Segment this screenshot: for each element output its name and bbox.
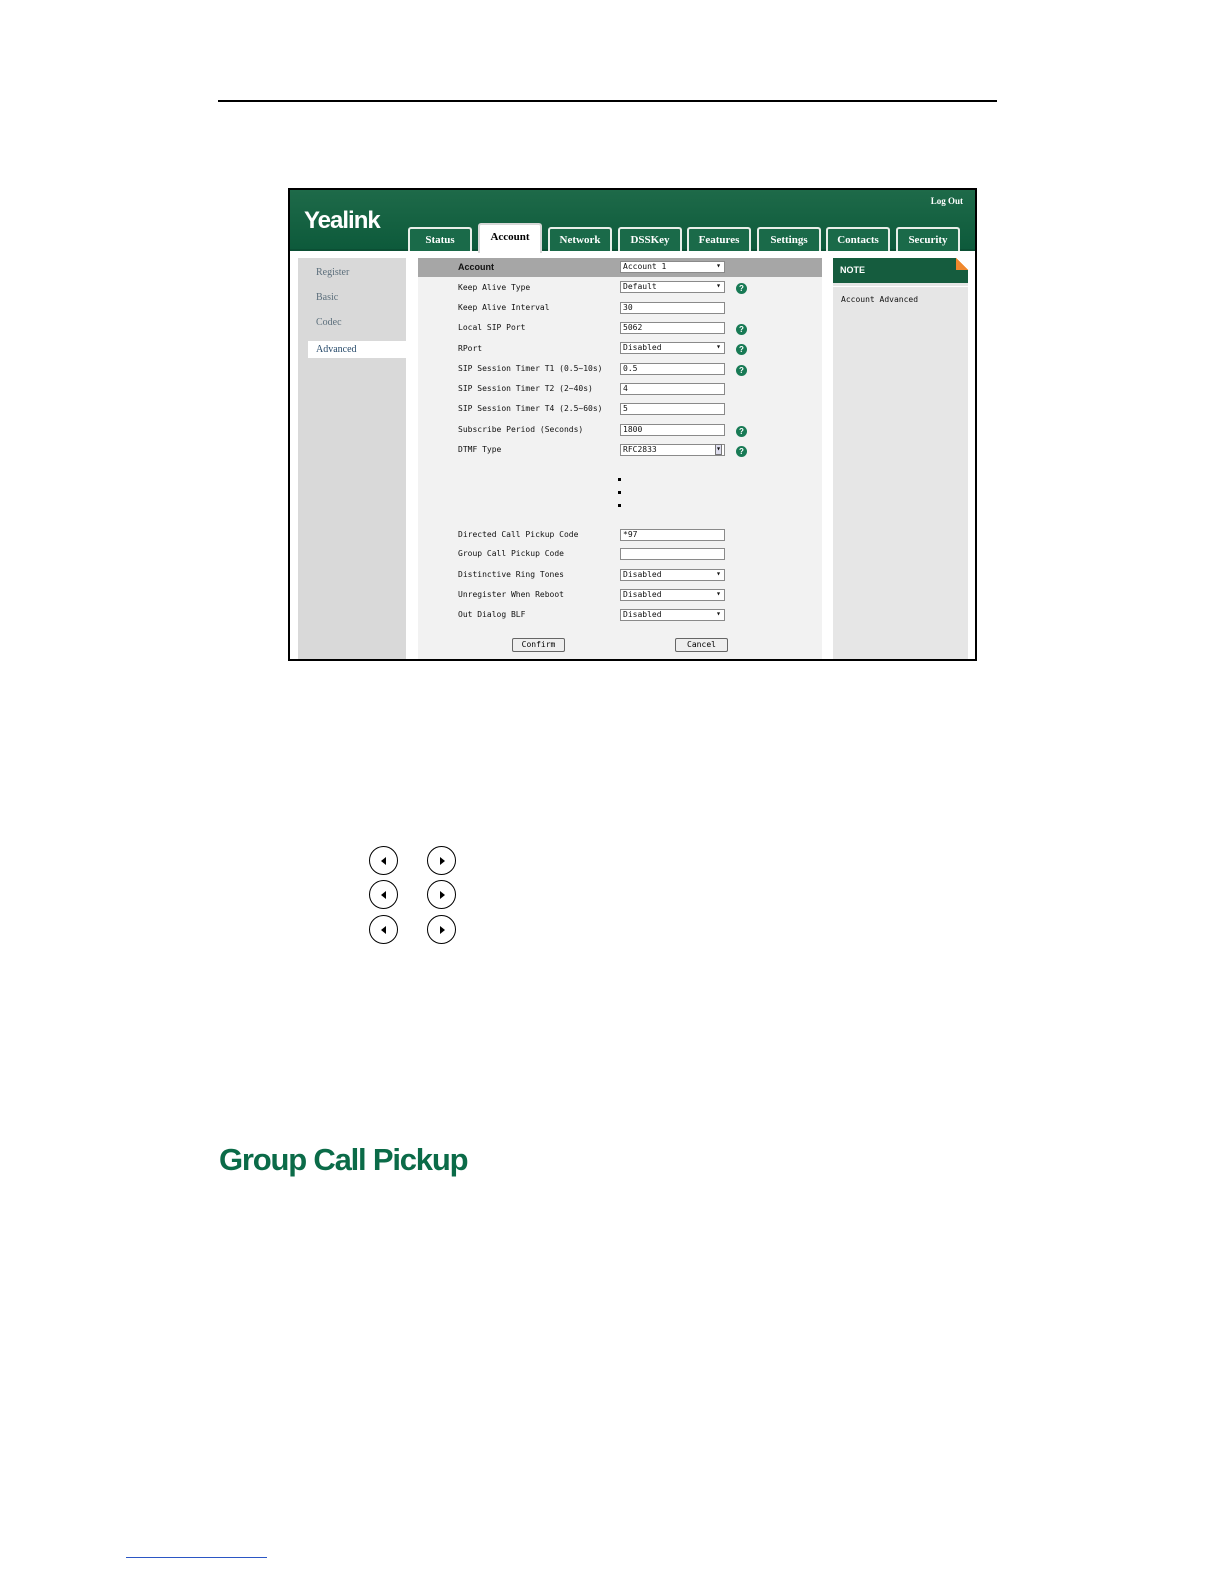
t4-label: SIP Session Timer T4 (2.5~60s) bbox=[458, 404, 603, 413]
subscribe-period-label: Subscribe Period (Seconds) bbox=[458, 425, 584, 434]
unregister-reboot-select[interactable]: Disabled bbox=[620, 589, 725, 601]
distinctive-ring-select[interactable]: Disabled bbox=[620, 569, 725, 581]
web-ui-screenshot: Yealink Log Out Status Account Network D… bbox=[288, 188, 977, 661]
directed-pickup-input[interactable]: *97 bbox=[620, 529, 725, 541]
distinctive-ring-label: Distinctive Ring Tones bbox=[458, 570, 564, 579]
yealink-logo: Yealink bbox=[304, 207, 381, 234]
out-dialog-blf-select[interactable]: Disabled bbox=[620, 609, 725, 621]
t1-label: SIP Session Timer T1 (0.5~10s) bbox=[458, 364, 603, 373]
tab-security[interactable]: Security bbox=[896, 227, 960, 251]
tab-status[interactable]: Status bbox=[408, 227, 472, 251]
help-icon[interactable]: ? bbox=[736, 365, 747, 376]
keep-alive-interval-label: Keep Alive Interval bbox=[458, 303, 550, 312]
unregister-reboot-label: Unregister When Reboot bbox=[458, 590, 564, 599]
group-pickup-input[interactable] bbox=[620, 548, 725, 560]
account-label: Account bbox=[458, 262, 494, 272]
rport-label: RPort bbox=[458, 344, 483, 353]
help-icon[interactable]: ? bbox=[736, 283, 747, 294]
right-key-icon bbox=[427, 880, 456, 909]
help-icon[interactable]: ? bbox=[736, 426, 747, 437]
rport-select[interactable]: Disabled bbox=[620, 342, 725, 354]
dtmf-type-label: DTMF Type bbox=[458, 445, 502, 454]
note-divider bbox=[833, 286, 968, 287]
group-pickup-label: Group Call Pickup Code bbox=[458, 549, 564, 558]
account-select[interactable]: Account 1 bbox=[620, 261, 725, 273]
out-dialog-blf-label: Out Dialog BLF bbox=[458, 610, 526, 619]
note-corner-icon bbox=[956, 258, 968, 270]
top-bar: Yealink Log Out Status Account Network D… bbox=[290, 190, 975, 253]
ellipsis-dot bbox=[618, 478, 621, 481]
left-key-icon bbox=[369, 846, 398, 875]
sidebar-item-advanced[interactable]: Advanced bbox=[308, 341, 412, 358]
t1-input[interactable]: 0.5 bbox=[620, 363, 725, 375]
keep-alive-type-label: Keep Alive Type bbox=[458, 283, 531, 292]
tab-features[interactable]: Features bbox=[687, 227, 751, 251]
dtmf-type-select[interactable]: RFC2833 bbox=[620, 444, 725, 456]
tab-dsskey[interactable]: DSSKey bbox=[618, 227, 682, 251]
header-rule bbox=[218, 100, 997, 102]
left-key-icon bbox=[369, 915, 398, 944]
help-icon[interactable]: ? bbox=[736, 324, 747, 335]
help-icon[interactable]: ? bbox=[736, 446, 747, 457]
settings-form: Account Account 1 Keep Alive Type Defaul… bbox=[418, 258, 822, 659]
tab-settings[interactable]: Settings bbox=[757, 227, 821, 251]
sidebar-item-basic[interactable]: Basic bbox=[316, 292, 338, 303]
tab-network[interactable]: Network bbox=[548, 227, 612, 251]
content-area: Register Basic Codec Advanced Account Ac… bbox=[290, 253, 975, 659]
note-panel: NOTE Account Advanced bbox=[833, 258, 968, 659]
confirm-button[interactable]: Confirm bbox=[512, 638, 565, 652]
local-sip-port-label: Local SIP Port bbox=[458, 323, 526, 332]
ellipsis-dot bbox=[618, 491, 621, 494]
directed-pickup-label: Directed Call Pickup Code bbox=[458, 530, 579, 539]
logout-link[interactable]: Log Out bbox=[931, 196, 963, 206]
keep-alive-type-select[interactable]: Default bbox=[620, 281, 725, 293]
sidebar-item-codec[interactable]: Codec bbox=[316, 317, 342, 328]
help-icon[interactable]: ? bbox=[736, 344, 747, 355]
section-title: Group Call Pickup bbox=[219, 1142, 469, 1177]
tab-account[interactable]: Account bbox=[478, 223, 542, 253]
sidebar: Register Basic Codec Advanced bbox=[298, 258, 412, 659]
ellipsis-dot bbox=[618, 504, 621, 507]
t4-input[interactable]: 5 bbox=[620, 403, 725, 415]
note-title: NOTE bbox=[833, 258, 968, 283]
t2-label: SIP Session Timer T2 (2~40s) bbox=[458, 384, 593, 393]
right-key-icon bbox=[427, 846, 456, 875]
tab-contacts[interactable]: Contacts bbox=[826, 227, 890, 251]
t2-input[interactable]: 4 bbox=[620, 383, 725, 395]
sidebar-item-register[interactable]: Register bbox=[316, 267, 349, 278]
local-sip-port-input[interactable]: 5062 bbox=[620, 322, 725, 334]
note-text: Account Advanced bbox=[841, 295, 919, 304]
subscribe-period-input[interactable]: 1800 bbox=[620, 424, 725, 436]
left-key-icon bbox=[369, 880, 398, 909]
keep-alive-interval-input[interactable]: 30 bbox=[620, 302, 725, 314]
cancel-button[interactable]: Cancel bbox=[675, 638, 728, 652]
footer-link-rule bbox=[126, 1557, 267, 1558]
right-key-icon bbox=[427, 915, 456, 944]
